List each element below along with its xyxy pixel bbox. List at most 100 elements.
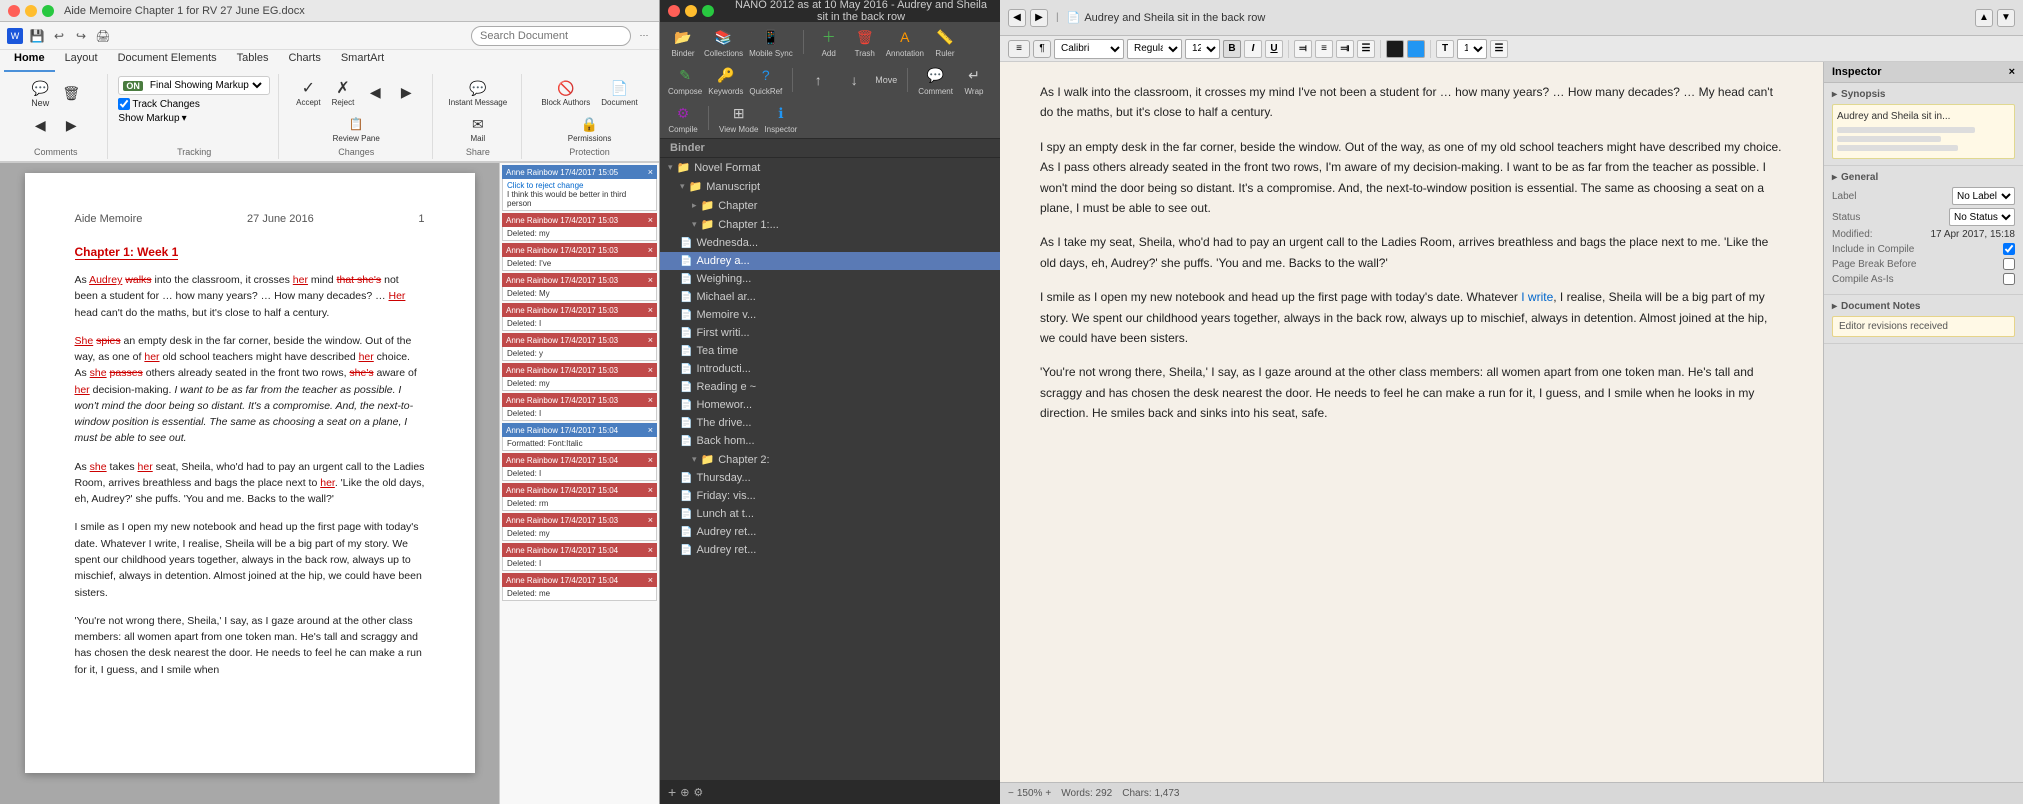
inspector-close-btn[interactable]: × <box>2009 66 2015 78</box>
collections-btn[interactable]: 📚 Collections <box>704 26 743 58</box>
binder-item-weighing[interactable]: 📄 Weighing... <box>660 270 1000 288</box>
trash-btn[interactable]: 🗑 Trash <box>850 26 880 58</box>
compose-btn[interactable]: ✎ Compose <box>668 64 702 96</box>
comment-2-close[interactable]: × <box>648 215 653 225</box>
comment-14-close[interactable]: × <box>648 575 653 585</box>
prev-change-btn[interactable]: ◀ <box>361 81 389 105</box>
comment-11-close[interactable]: × <box>648 485 653 495</box>
maximize-btn[interactable] <box>42 5 54 17</box>
align-justify-btn[interactable]: ☰ <box>1357 40 1375 58</box>
settings-btn[interactable]: ⚙ <box>693 786 703 799</box>
review-pane-btn[interactable]: 📋 Review Pane <box>329 112 384 145</box>
inspector-note[interactable]: Editor revisions received <box>1832 316 2015 337</box>
block-authors-btn[interactable]: 🚫 Block Authors <box>537 76 594 109</box>
binder-item-memoire[interactable]: 📄 Memoire v... <box>660 306 1000 324</box>
mid-minimize-btn[interactable] <box>685 5 697 17</box>
editor-main[interactable]: As I walk into the classroom, it crosses… <box>1000 62 1823 782</box>
delete-comment-btn[interactable]: 🗑 <box>57 81 85 105</box>
line-spacing-select[interactable]: 1.5 <box>1457 39 1487 59</box>
include-compile-checkbox[interactable] <box>2003 243 2015 255</box>
binder-btn[interactable]: 📂 Binder <box>668 26 698 58</box>
mobile-sync-btn[interactable]: 📱 Mobile Sync <box>749 26 793 58</box>
nav-forward-btn[interactable]: ▶ <box>1030 9 1048 27</box>
redo-icon[interactable]: ↪ <box>73 28 89 44</box>
comment-13-close[interactable]: × <box>648 545 653 555</box>
search-input[interactable] <box>471 26 631 46</box>
minimize-btn[interactable] <box>25 5 37 17</box>
comment-6-close[interactable]: × <box>648 335 653 345</box>
binder-item-teatime[interactable]: 📄 Tea time <box>660 342 1000 360</box>
align-center-btn[interactable]: ≡ <box>1315 40 1333 58</box>
track-changes-toggle[interactable]: ON Final Showing Markup Final Original <box>118 76 270 95</box>
binder-item-lunch[interactable]: 📄 Lunch at t... <box>660 505 1000 523</box>
tab-layout[interactable]: Layout <box>55 50 108 72</box>
size-select[interactable]: 12 <box>1185 39 1220 59</box>
binder-item-homework[interactable]: 📄 Homewor... <box>660 396 1000 414</box>
style-select[interactable]: Regular <box>1127 39 1182 59</box>
comment-8-close[interactable]: × <box>648 395 653 405</box>
list-btn[interactable]: ☰ <box>1490 40 1508 58</box>
indent-btn[interactable]: T <box>1436 40 1454 58</box>
annotation-btn[interactable]: A Annotation <box>886 26 924 58</box>
align-right-btn[interactable]: ⫥ <box>1336 40 1354 58</box>
instant-message-btn[interactable]: 💬 Instant Message <box>444 76 511 109</box>
align-left-btn[interactable]: ⫤ <box>1294 40 1312 58</box>
zoom-minus-btn[interactable]: − <box>1008 788 1014 799</box>
tab-tables[interactable]: Tables <box>227 50 279 72</box>
binder-item-chapter[interactable]: ▸ 📁 Chapter <box>660 196 1000 215</box>
zoom-in-btn[interactable]: ⊕ <box>680 786 689 799</box>
page-break-checkbox[interactable] <box>2003 258 2015 270</box>
binder-item-novel-format[interactable]: ▾ 📁 Novel Format <box>660 158 1000 177</box>
comment-5-close[interactable]: × <box>648 305 653 315</box>
binder-item-manuscript[interactable]: ▾ 📁 Manuscript <box>660 177 1000 196</box>
comment-3-close[interactable]: × <box>648 245 653 255</box>
bold-btn[interactable]: B <box>1223 40 1241 58</box>
close-btn[interactable] <box>8 5 20 17</box>
zoom-plus-btn[interactable]: + <box>1045 788 1051 799</box>
comment-9-close[interactable]: × <box>648 425 653 435</box>
binder-item-chapter1[interactable]: ▾ 📁 Chapter 1:... <box>660 215 1000 234</box>
binder-item-firstwriting[interactable]: 📄 First writi... <box>660 324 1000 342</box>
add-binder-btn[interactable]: + <box>668 784 676 800</box>
inspector-btn[interactable]: ℹ Inspector <box>764 102 797 134</box>
binder-item-chapter2[interactable]: ▾ 📁 Chapter 2: <box>660 450 1000 469</box>
mid-close-btn[interactable] <box>668 5 680 17</box>
new-comment-btn[interactable]: 💬 New <box>26 76 54 110</box>
add-btn[interactable]: ＋ Add <box>814 26 844 58</box>
binder-item-reading[interactable]: 📄 Reading e ~ <box>660 378 1000 396</box>
underline-btn[interactable]: U <box>1265 40 1283 58</box>
binder-item-backhome[interactable]: 📄 Back hom... <box>660 432 1000 450</box>
binder-item-drive[interactable]: 📄 The drive... <box>660 414 1000 432</box>
accept-btn[interactable]: ✓ Accept <box>292 76 324 109</box>
comment-7-close[interactable]: × <box>648 365 653 375</box>
comment-4-close[interactable]: × <box>648 275 653 285</box>
tab-home[interactable]: Home <box>4 50 55 72</box>
next-change-btn[interactable]: ▶ <box>392 81 420 105</box>
binder-item-audrey-ret1[interactable]: 📄 Audrey ret... <box>660 523 1000 541</box>
view-mode-btn[interactable]: ⊞ View Mode <box>719 102 758 134</box>
comment-12-close[interactable]: × <box>648 515 653 525</box>
move-right-btn[interactable]: ↓ <box>839 69 869 91</box>
up-btn[interactable]: ▲ <box>1975 9 1993 27</box>
binder-item-michael[interactable]: 📄 Michael ar... <box>660 288 1000 306</box>
status-select[interactable]: No Status <box>1949 208 2015 226</box>
comment-nano-btn[interactable]: 💬 Comment <box>918 64 953 96</box>
down-btn[interactable]: ▼ <box>1997 9 2015 27</box>
quickref-btn[interactable]: ? QuickRef <box>749 64 782 96</box>
binder-item-audrey[interactable]: 📄 Audrey a... <box>660 252 1000 270</box>
format-paragraph-btn[interactable]: ¶ <box>1033 40 1051 58</box>
highlight-color-swatch[interactable] <box>1407 40 1425 58</box>
mid-maximize-btn[interactable] <box>702 5 714 17</box>
binder-item-friday[interactable]: 📄 Friday: vis... <box>660 487 1000 505</box>
permissions-btn[interactable]: 🔒 Permissions <box>564 112 616 145</box>
move-left-btn[interactable]: ↑ <box>803 69 833 91</box>
ruler-btn[interactable]: 📏 Ruler <box>930 26 960 58</box>
binder-item-intro[interactable]: 📄 Introducti... <box>660 360 1000 378</box>
tab-smartart[interactable]: SmartArt <box>331 50 394 72</box>
mail-btn[interactable]: ✉ Mail <box>464 112 492 145</box>
text-color-swatch[interactable] <box>1386 40 1404 58</box>
binder-item-wednesday[interactable]: 📄 Wednesda... <box>660 234 1000 252</box>
tab-document-elements[interactable]: Document Elements <box>108 50 227 72</box>
label-select[interactable]: No Label <box>1952 187 2015 205</box>
prev-comment-btn[interactable]: ◀ <box>26 113 54 137</box>
